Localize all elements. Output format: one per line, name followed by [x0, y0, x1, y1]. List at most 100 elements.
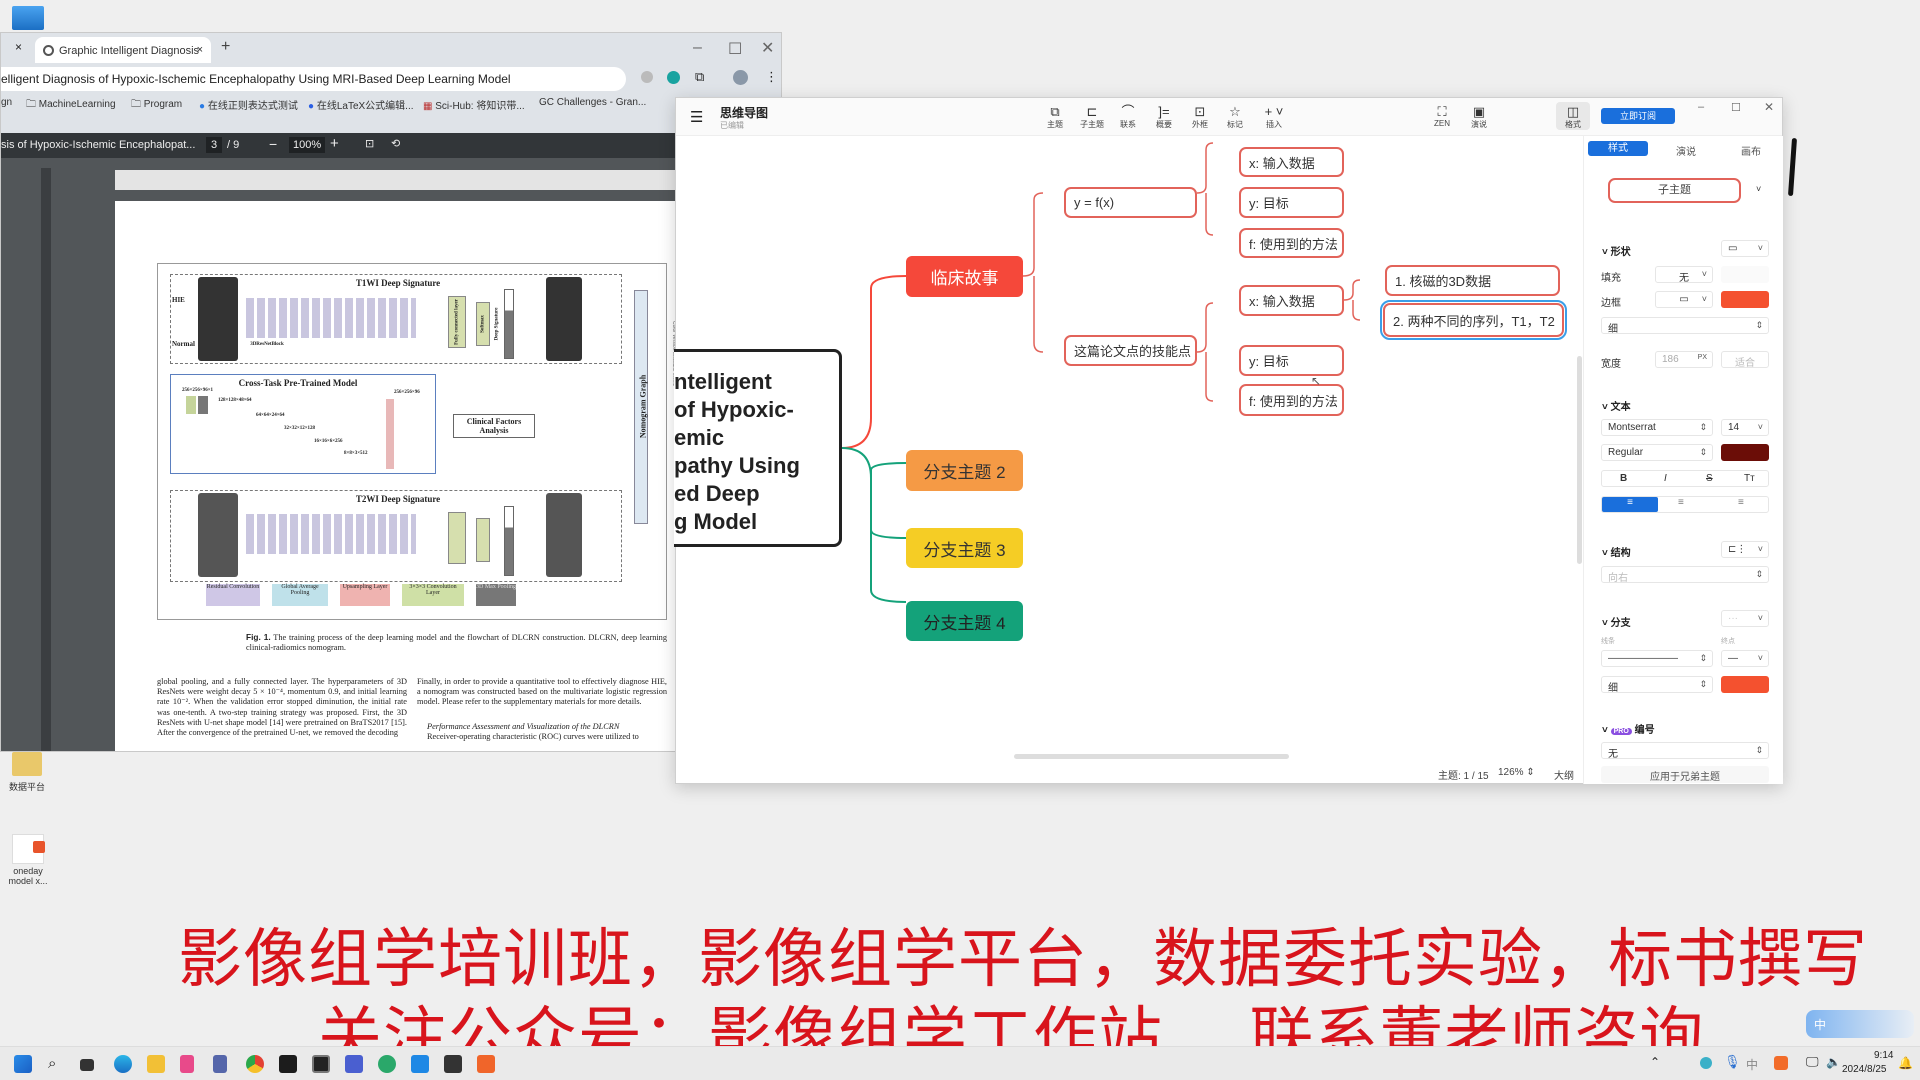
app-icon[interactable]: [279, 1055, 297, 1073]
task-view-icon[interactable]: [80, 1059, 94, 1071]
search-icon[interactable]: ⌕: [48, 1055, 66, 1073]
end-select[interactable]: — ˅: [1721, 650, 1769, 667]
main-topic-2[interactable]: 分支主题 2: [906, 450, 1023, 491]
bookmark-program[interactable]: 🗀 Program: [131, 97, 182, 114]
desktop-folder-icon[interactable]: [12, 752, 42, 776]
bookmark-latex[interactable]: ● 在线LaTeX公式编辑...: [308, 97, 414, 112]
fill-color-swatch[interactable]: [1721, 266, 1769, 283]
page-input[interactable]: 3: [206, 137, 223, 153]
leaf-3d-data[interactable]: 1. 核磁的3D数据: [1385, 265, 1560, 296]
new-tab-button[interactable]: +: [221, 38, 230, 56]
outline-button[interactable]: 大纲: [1554, 767, 1574, 782]
style-preview[interactable]: 子主题: [1608, 178, 1741, 203]
avatar[interactable]: [733, 70, 748, 85]
address-bar[interactable]: elligent Diagnosis of Hypoxic-Ischemic E…: [1, 67, 626, 91]
tab-active[interactable]: Graphic Intelligent Diagnosis ×: [35, 37, 211, 63]
subscribe-button[interactable]: 立即订阅: [1601, 108, 1675, 124]
align-center-button[interactable]: ≡: [1678, 497, 1684, 508]
fit-page-icon[interactable]: ⊡: [365, 137, 374, 150]
ime-widget[interactable]: 中: [1806, 1010, 1914, 1038]
shape-select[interactable]: ▭ ˅: [1721, 240, 1769, 257]
horizontal-scrollbar[interactable]: [1014, 754, 1289, 759]
close-button[interactable]: ✕: [761, 38, 774, 58]
explorer-icon[interactable]: [147, 1055, 165, 1073]
app-icon[interactable]: [411, 1055, 429, 1073]
main-topic-3[interactable]: 分支主题 3: [906, 528, 1023, 568]
maximize-button[interactable]: ☐: [1731, 101, 1741, 114]
font-select[interactable]: Montserrat ⇕: [1601, 419, 1713, 436]
apply-siblings-button[interactable]: 应用于兄弟主题: [1601, 766, 1769, 783]
tab-style[interactable]: 样式: [1588, 141, 1648, 156]
strike-button[interactable]: S: [1706, 473, 1713, 484]
leaf-method[interactable]: f: 使用到的方法: [1239, 384, 1344, 416]
clock-time[interactable]: 9:14: [1874, 1050, 1893, 1061]
align-left-button[interactable]: ≡: [1602, 497, 1658, 512]
fit-button[interactable]: 适合: [1721, 351, 1769, 369]
app-icon[interactable]: [180, 1055, 194, 1073]
maximize-button[interactable]: ☐: [728, 39, 742, 59]
tab-canvas[interactable]: 画布: [1741, 143, 1761, 158]
tray-icon[interactable]: [1700, 1057, 1712, 1069]
leaf-target[interactable]: y: 目标: [1239, 345, 1344, 376]
close-tab-icon[interactable]: ×: [15, 40, 22, 54]
bookmark-regex[interactable]: ● 在线正则表达式测试: [199, 97, 298, 112]
ime-icon[interactable]: 中: [1746, 1056, 1758, 1073]
bookmark[interactable]: gn: [1, 97, 12, 108]
app-icon[interactable]: [378, 1055, 396, 1073]
tray-overflow-icon[interactable]: ⌃: [1650, 1055, 1660, 1069]
bookmark-scihub[interactable]: ▦ Sci-Hub: 将知识带...: [423, 97, 525, 112]
start-icon[interactable]: [14, 1055, 32, 1073]
minimize-button[interactable]: –: [693, 39, 702, 57]
text-color-swatch[interactable]: [1721, 444, 1769, 461]
volume-icon[interactable]: 🔈: [1826, 1055, 1841, 1069]
main-topic-1[interactable]: 临床故事: [906, 256, 1023, 297]
microphone-icon[interactable]: 🎙: [1724, 1054, 1741, 1070]
chrome-icon[interactable]: [246, 1055, 264, 1073]
bookmark-machinelearning[interactable]: 🗀 MachineLearning: [26, 97, 116, 114]
terminal-icon[interactable]: [444, 1055, 462, 1073]
mindmap-app-icon[interactable]: [477, 1055, 495, 1073]
minimize-button[interactable]: –: [1698, 101, 1704, 113]
fill-select[interactable]: 无 ˅: [1655, 266, 1713, 284]
clock-date[interactable]: 2024/8/25: [1842, 1064, 1887, 1075]
subtopic-skills[interactable]: 这篇论文点的技能点: [1064, 335, 1197, 366]
zoom-level[interactable]: 100%: [289, 137, 326, 153]
vertical-scrollbar[interactable]: [1577, 356, 1582, 564]
menu-icon[interactable]: ⋮: [765, 69, 778, 85]
puzzle-icon[interactable]: ⧉: [695, 69, 704, 85]
structure-select[interactable]: ⊏⋮ ˅: [1721, 541, 1769, 558]
italic-button[interactable]: I: [1664, 473, 1667, 484]
font-weight-select[interactable]: Regular ⇕: [1601, 444, 1713, 461]
direction-select[interactable]: 向右 ⇕: [1601, 566, 1769, 584]
sogou-icon[interactable]: [1774, 1056, 1788, 1070]
width-input[interactable]: 186 PX: [1655, 351, 1713, 368]
extension-icon[interactable]: [641, 71, 653, 83]
bookmark-gc[interactable]: GC Challenges - Gran...: [539, 97, 646, 108]
edge-icon[interactable]: [114, 1055, 132, 1073]
branch-color-swatch[interactable]: [1721, 676, 1769, 693]
rotate-icon[interactable]: ⟲: [391, 137, 400, 150]
branch-weight-select[interactable]: 细 ⇕: [1601, 676, 1713, 694]
pdf-sidebar-scrollbar[interactable]: [41, 168, 51, 751]
main-topic-4[interactable]: 分支主题 4: [906, 601, 1023, 641]
chevron-down-icon[interactable]: ˅: [1756, 184, 1761, 194]
leaf-method[interactable]: f: 使用到的方法: [1239, 228, 1344, 258]
network-icon[interactable]: 🖵: [1806, 1054, 1819, 1070]
subtopic-formula[interactable]: y = f(x): [1064, 187, 1197, 218]
app-icon[interactable]: [312, 1055, 330, 1073]
align-right-button[interactable]: ≡: [1738, 497, 1744, 508]
leaf-input[interactable]: x: 输入数据: [1239, 285, 1344, 316]
extension-icon[interactable]: [667, 71, 680, 84]
desktop-file-icon[interactable]: [12, 834, 45, 864]
leaf-sequences-selected[interactable]: 2. 两种不同的序列，T1，T2: [1380, 300, 1567, 340]
root-topic[interactable]: ntelligent of Hypoxic- emic pathy Using …: [674, 349, 842, 547]
numbering-select[interactable]: 无 ⇕: [1601, 742, 1769, 760]
zoom-out-button[interactable]: −: [269, 136, 277, 152]
leaf-input[interactable]: x: 输入数据: [1239, 147, 1344, 177]
branch-style-select[interactable]: ··· ˅: [1721, 610, 1769, 627]
border-select[interactable]: ▭ ˅: [1655, 291, 1713, 308]
leaf-target[interactable]: y: 目标: [1239, 187, 1344, 218]
close-tab-icon[interactable]: ×: [197, 44, 203, 56]
zoom-control[interactable]: 126% ⇕: [1498, 767, 1535, 778]
border-weight-select[interactable]: 细 ⇕: [1601, 317, 1769, 335]
